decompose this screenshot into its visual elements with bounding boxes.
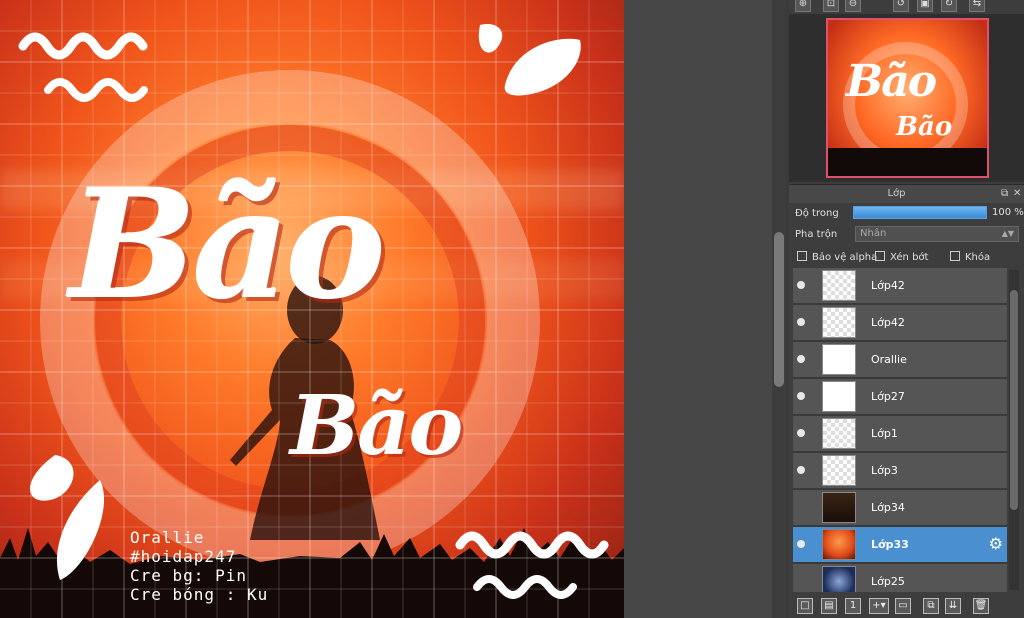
visibility-eye-icon[interactable] [797, 355, 805, 363]
visibility-eye-icon[interactable] [797, 429, 805, 437]
navigator-preview[interactable]: Bão Bão [826, 18, 989, 178]
rotate-left-icon[interactable]: ↺ [893, 0, 909, 12]
layer-settings-gear-icon[interactable]: ⚙ [989, 535, 1003, 553]
lock-checkbox[interactable]: Khóa [950, 251, 990, 263]
add-layer-menu-icon[interactable]: +▾ [869, 598, 889, 614]
layer-thumbnail [822, 566, 856, 592]
credit-line: Orallie [130, 528, 205, 547]
duplicate-layer-icon[interactable]: ⧉ [923, 598, 939, 614]
folder-icon[interactable]: ▭ [895, 598, 911, 614]
flip-icon[interactable]: ⇆ [969, 0, 985, 12]
opacity-value: 100 % [992, 207, 1024, 218]
artwork-title-small: Bão [290, 378, 463, 474]
credit-line: #hoidap247 [130, 547, 237, 566]
clipping-label: Xén bớt [890, 252, 929, 263]
layer-row[interactable]: Lớp3 [793, 453, 1007, 489]
droplet-doodle-icon [478, 24, 581, 96]
opacity-label: Độ trong [795, 208, 839, 219]
blend-mode-label: Pha trộn [795, 229, 838, 240]
blend-mode-value: Nhân [860, 228, 887, 239]
layer-row[interactable]: Lớp1 [793, 416, 1007, 452]
navigator-toolbar: ⊕ ⊡ ⊖ ↺ ▣ ↻ ⇆ [789, 0, 1024, 14]
layer-row[interactable]: Lớp25 [793, 564, 1007, 592]
layer-row[interactable]: Orallie [793, 342, 1007, 378]
canvas-background-area [624, 0, 772, 618]
layer-row[interactable]: Lớp27 [793, 379, 1007, 415]
layer-row[interactable]: Lớp34 [793, 490, 1007, 526]
layer-thumbnail [822, 381, 856, 412]
artwork-title-large: Bão [70, 157, 386, 333]
protect-alpha-label: Bảo vệ alpha [812, 252, 878, 263]
credit-line: Cre bóng : Ku [130, 585, 269, 604]
preview-subtitle: Bão [896, 112, 953, 142]
droplet-doodle-icon [30, 455, 105, 580]
new-layer-icon[interactable]: □ [797, 598, 813, 614]
fit-window-icon[interactable]: ▣ [917, 0, 933, 12]
rotate-right-icon[interactable]: ↻ [941, 0, 957, 12]
layer-name: Lớp33 [871, 538, 909, 551]
checkbox-box [950, 251, 960, 261]
layer-name: Lớp1 [871, 427, 898, 440]
wave-doodle-icon [455, 531, 609, 599]
opacity-slider-fill [854, 207, 986, 218]
layer-row[interactable]: Lớp42 [793, 268, 1007, 304]
zoom-in-icon[interactable]: ⊕ [795, 0, 811, 12]
merge-down-icon[interactable]: ⇊ [945, 598, 961, 614]
chevron-down-icon: ▲▼ [1001, 229, 1014, 238]
opacity-slider[interactable] [853, 206, 987, 219]
wave-doodle-icon [18, 32, 148, 102]
protect-alpha-checkbox[interactable]: Bảo vệ alpha [797, 251, 877, 263]
layer-thumbnail [822, 529, 856, 560]
visibility-eye-icon[interactable] [797, 466, 805, 474]
layer-panel-header: Lớp ⧉ ✕ [789, 184, 1024, 203]
checkbox-box [875, 251, 885, 261]
layer-list: Lớp42 Lớp42 Orallie Lớp27 Lớp1 Lớp3 Lớp34 Lớp33… [793, 268, 1007, 592]
layer-thumbnail [822, 492, 856, 523]
visibility-eye-icon[interactable] [797, 281, 805, 289]
layer-name: Lớp42 [871, 279, 905, 292]
layer-panel-title: Lớp [887, 188, 906, 199]
layer-thumbnail [822, 270, 856, 301]
credit-line: Cre bg: Pin [130, 566, 247, 585]
layer-name: Lớp27 [871, 390, 905, 403]
new-1bit-layer-icon[interactable]: 1 [845, 598, 861, 614]
layer-thumbnail [822, 418, 856, 449]
visibility-eye-icon[interactable] [797, 540, 805, 548]
preview-title: Bão [846, 56, 937, 107]
layer-bottom-toolbar: □ ▤ 1 +▾ ▭ ⧉ ⇊ 🗑 [789, 596, 1024, 618]
preview-ground [828, 148, 987, 176]
visibility-eye-icon[interactable] [797, 318, 805, 326]
popout-icon[interactable]: ⧉ [1001, 185, 1008, 203]
artwork-credits: Orallie #hoidap247 Cre bg: Pin Cre bóng … [130, 528, 268, 604]
layer-name: Lớp25 [871, 575, 905, 588]
layer-thumbnail [822, 307, 856, 338]
drawing-canvas[interactable]: Bão Bão Orallie #hoidap247 Cre bg: Pin C… [0, 0, 624, 618]
blend-mode-select[interactable]: Nhân ▲▼ [855, 226, 1019, 242]
new-halftone-layer-icon[interactable]: ▤ [821, 598, 837, 614]
checkbox-box [797, 251, 807, 261]
navigator-panel: Bão Bão [789, 14, 1024, 182]
layer-name: Lớp34 [871, 501, 905, 514]
close-icon[interactable]: ✕ [1013, 185, 1021, 203]
right-panel: ⊕ ⊡ ⊖ ↺ ▣ ↻ ⇆ Bão Bão Lớp ⧉ ✕ Độ trong 1… [789, 0, 1024, 618]
canvas-scrollbar-thumb[interactable] [774, 232, 784, 387]
layer-name: Lớp3 [871, 464, 898, 477]
layer-name: Lớp42 [871, 316, 905, 329]
layer-row[interactable]: Lớp42 [793, 305, 1007, 341]
zoom-out-icon[interactable]: ⊖ [845, 0, 861, 12]
lock-label: Khóa [965, 252, 991, 263]
visibility-eye-icon[interactable] [797, 392, 805, 400]
zoom-fit-icon[interactable]: ⊡ [823, 0, 839, 12]
clipping-checkbox[interactable]: Xén bớt [875, 251, 928, 263]
layer-thumbnail [822, 455, 856, 486]
layer-thumbnail [822, 344, 856, 375]
layer-name: Orallie [871, 353, 907, 366]
delete-layer-icon[interactable]: 🗑 [973, 598, 989, 614]
layer-list-scrollbar-thumb[interactable] [1010, 290, 1018, 510]
layer-row[interactable]: Lớp33 ⚙ [793, 527, 1007, 563]
layer-list-scrollbar[interactable] [1009, 270, 1019, 590]
